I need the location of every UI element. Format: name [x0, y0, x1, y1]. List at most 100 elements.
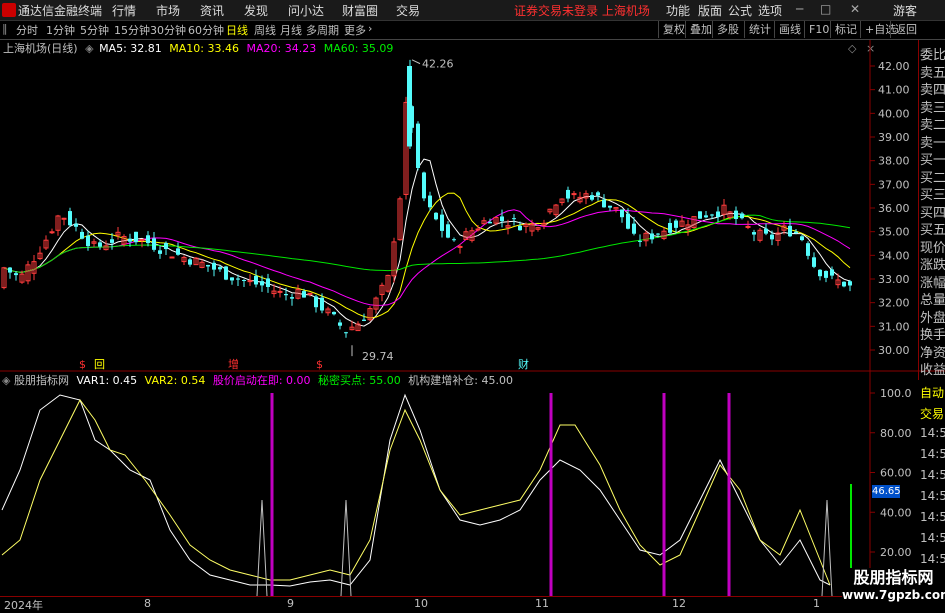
candle-body — [266, 278, 270, 287]
time-label: 11 — [535, 597, 549, 610]
sub-tick-label: 40.00 — [880, 506, 912, 519]
spike-mark — [256, 499, 268, 597]
trade-list-item: 14:56 — [920, 426, 945, 440]
annotations: 42.26 29.74 $ 回 增 $ 财 — [79, 58, 529, 371]
trade-list-item: 14:56 — [920, 510, 945, 524]
candle-body — [49, 231, 55, 234]
candle-body — [146, 235, 150, 244]
candle-body — [212, 262, 216, 270]
quote-label: 卖一 — [920, 135, 945, 151]
candle-body — [674, 220, 678, 228]
candle-body — [824, 270, 828, 278]
candle-body — [656, 233, 660, 235]
candle-body — [620, 209, 624, 218]
low-label: 29.74 — [362, 350, 394, 363]
candle-body — [176, 248, 180, 255]
sub-tick-label: 80.00 — [880, 427, 912, 440]
candle-body — [488, 221, 492, 224]
candle-body — [416, 123, 420, 168]
quote-label: 现价 — [920, 240, 945, 256]
candle-body — [128, 238, 132, 242]
watermark-main: 股朋指标网 — [853, 568, 934, 587]
candle-body — [139, 239, 145, 242]
event-marker: 财 — [518, 357, 529, 371]
candle-body — [332, 311, 336, 315]
candle-body — [638, 240, 642, 242]
price-tick-label: 32.00 — [878, 297, 910, 310]
candle-body — [812, 257, 816, 267]
candle-body — [110, 239, 114, 243]
price-tick-label: 34.00 — [878, 249, 910, 262]
candle-body — [632, 223, 636, 234]
current-value-tag: 46.65 — [872, 485, 901, 498]
candlesticks — [1, 59, 852, 338]
candle-body — [236, 278, 240, 280]
candle-body — [764, 228, 768, 234]
quote-label: 买二 — [920, 170, 945, 186]
candle-body — [434, 212, 438, 220]
candle-body — [446, 224, 450, 238]
candle-body — [734, 210, 738, 219]
candle-body — [788, 225, 792, 237]
event-marker: $ — [316, 358, 323, 371]
candle-body — [745, 225, 751, 228]
watermark-url: www.7gpzb.com — [842, 588, 945, 602]
quote-label: 买五 — [920, 223, 945, 238]
candle-body — [338, 322, 342, 326]
price-tick-label: 31.00 — [878, 320, 910, 333]
candle-body — [818, 269, 822, 277]
candle-body — [590, 195, 594, 200]
time-label: 12 — [672, 597, 686, 610]
trade-list-item: 14:56 — [920, 468, 945, 482]
price-tick-label: 36.00 — [878, 202, 910, 215]
candle-body — [407, 66, 412, 147]
candle-body — [74, 223, 78, 227]
price-axis: 42.00 41.00 40.00 39.00 38.00 37.00 36.00 35.00… — [870, 60, 910, 357]
candle-body — [457, 245, 463, 248]
candle-body — [314, 296, 318, 308]
candle-body — [80, 231, 84, 239]
trade-list-item: 自动 — [920, 386, 945, 400]
high-pointer — [411, 59, 421, 65]
event-marker: 回 — [94, 358, 105, 371]
time-label: 1 — [813, 597, 820, 610]
chart-canvas[interactable]: 42.00 41.00 40.00 39.00 38.00 37.00 36.00 35.00… — [0, 0, 945, 609]
candle-body — [571, 193, 577, 196]
trade-list-item: 14:56 — [920, 447, 945, 461]
candle-body — [224, 266, 228, 280]
candle-body — [68, 211, 72, 226]
quote-label: 涨跌 — [920, 258, 945, 273]
candle-body — [277, 290, 283, 293]
trade-list-item: 14:56 — [920, 552, 945, 566]
sub-axis: 100.0 80.00 60.00 40.00 20.00 — [870, 387, 912, 559]
candle-body — [602, 199, 606, 208]
quote-label: 买一 — [920, 153, 945, 168]
candle-body — [608, 205, 612, 208]
candle-body — [596, 192, 600, 196]
candle-body — [344, 332, 348, 334]
candle-body — [626, 213, 630, 229]
indicator-lines — [1, 393, 852, 597]
candle-body — [218, 267, 222, 270]
price-tick-label: 42.00 — [878, 60, 910, 73]
candle-body — [518, 225, 522, 231]
candle-body — [169, 256, 175, 259]
trade-list-item: 14:56 — [920, 489, 945, 503]
candle-body — [716, 211, 720, 218]
watermark: 股朋指标网 www.7gpzb.com — [842, 568, 945, 609]
price-tick-label: 33.00 — [878, 273, 910, 286]
candle-body — [158, 250, 162, 254]
time-label: 8 — [144, 597, 151, 610]
candle-body — [230, 277, 234, 281]
candle-body — [247, 280, 253, 283]
candle-body — [86, 235, 90, 247]
sub-tick-label: 20.00 — [880, 546, 912, 559]
ma10-line — [3, 192, 851, 319]
candle-body — [566, 189, 570, 199]
candle-body — [254, 275, 258, 285]
candle-body — [362, 319, 366, 321]
candle-body — [500, 216, 504, 222]
quote-label: 买四 — [920, 205, 945, 221]
quote-label: 涨幅 — [920, 275, 945, 291]
candle-body — [668, 222, 672, 233]
